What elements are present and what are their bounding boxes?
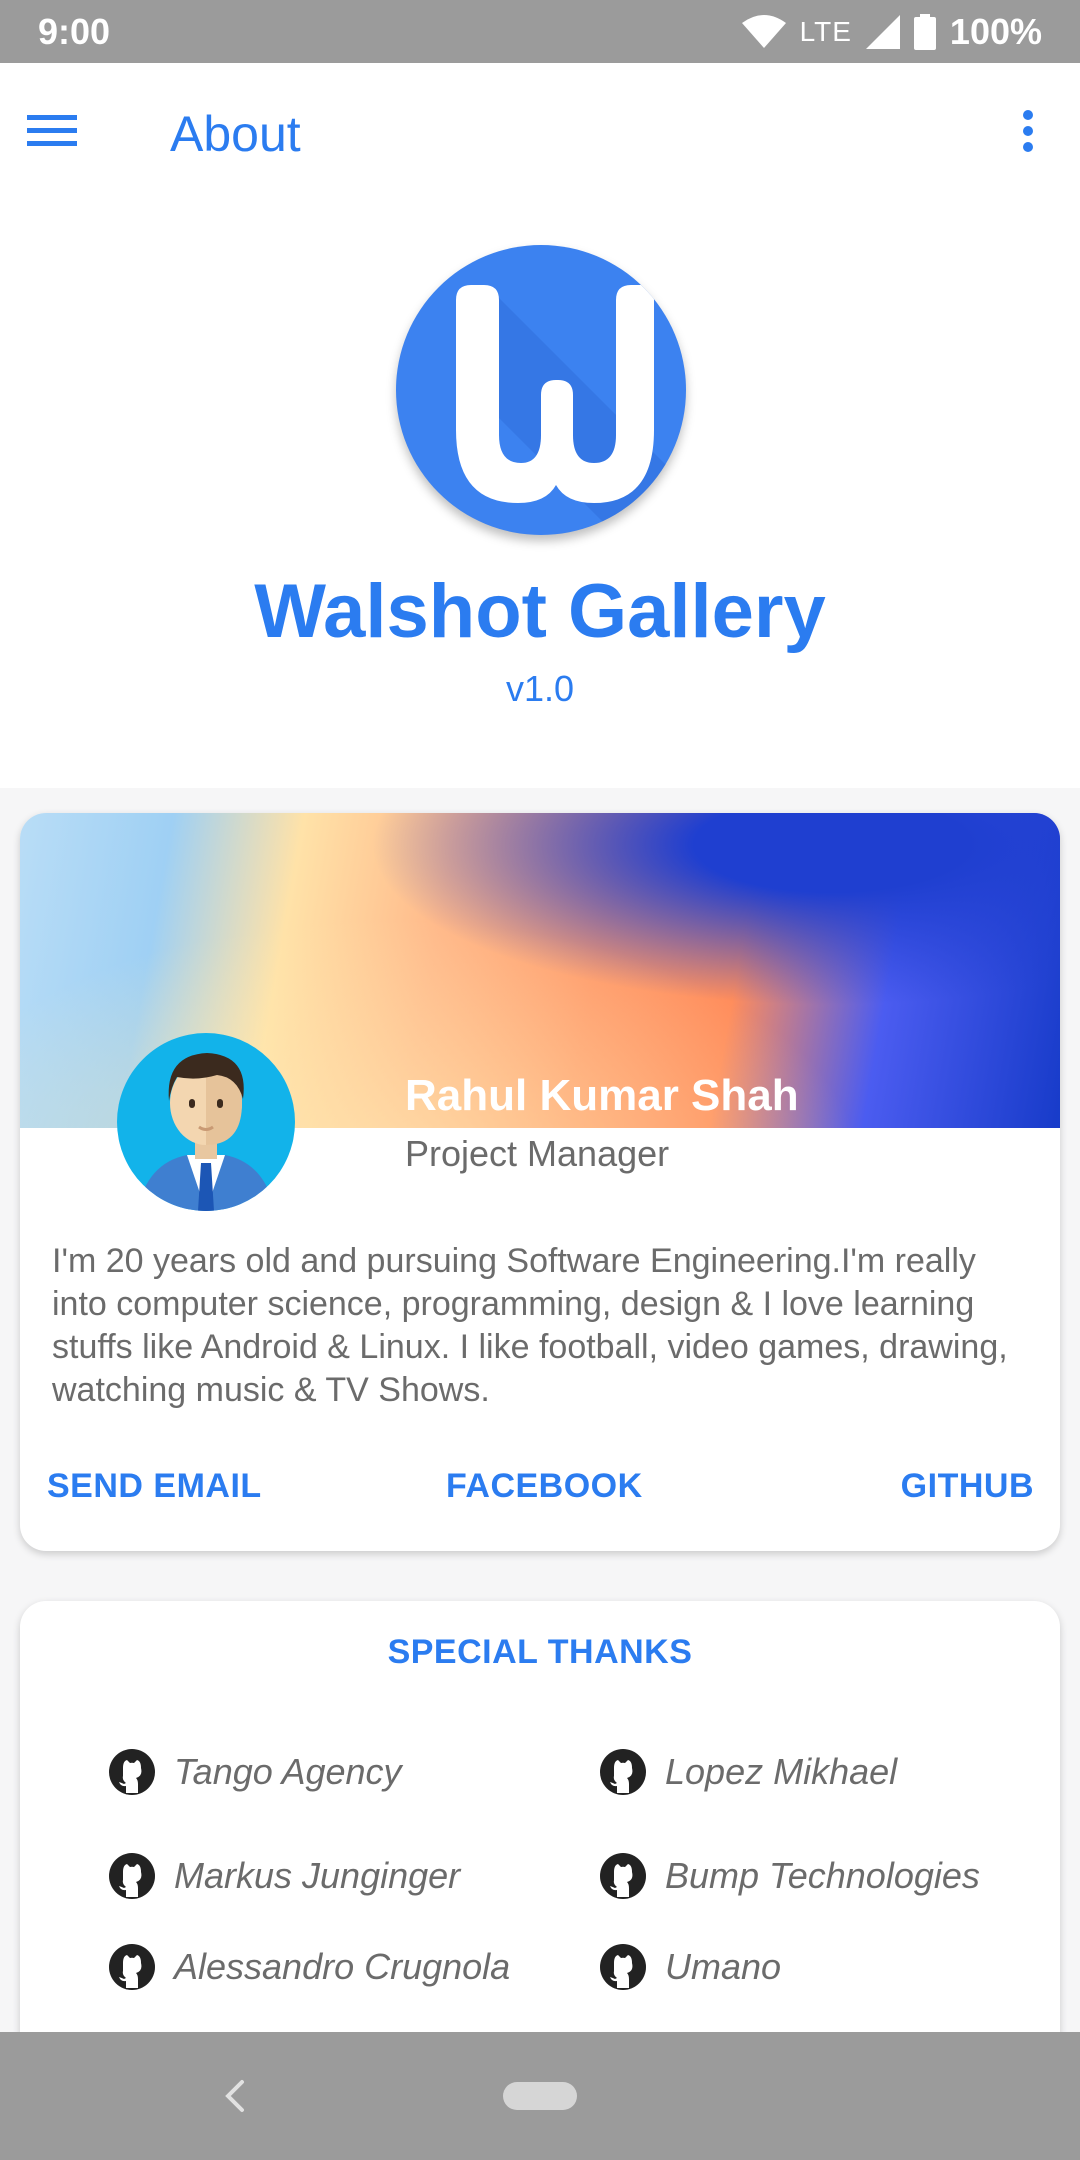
- developer-bio: I'm 20 years old and pursuing Software E…: [52, 1242, 1008, 1409]
- special-thanks-title: SPECIAL THANKS: [387, 1633, 693, 1671]
- facebook-button[interactable]: FACEBOOK: [446, 1467, 643, 1506]
- github-icon: [109, 1853, 155, 1899]
- thanks-name: Umano: [665, 1946, 782, 1987]
- battery-level: 100%: [949, 10, 1042, 52]
- page-title: About: [170, 106, 301, 162]
- contact-actions: SEND EMAIL FACEBOOK GITHUB: [20, 1453, 1060, 1533]
- thanks-item[interactable]: Umano: [599, 1943, 781, 1991]
- wifi-icon: [741, 14, 786, 48]
- developer-card: Rahul Kumar Shah Project Manager I'm 20 …: [20, 813, 1060, 1551]
- signal-icon: [865, 14, 900, 49]
- battery-icon: [913, 13, 936, 50]
- system-nav-bar: [0, 2032, 1080, 2160]
- hamburger-menu-icon[interactable]: [22, 101, 82, 161]
- github-icon: [109, 1749, 155, 1795]
- more-vertical-icon[interactable]: [998, 101, 1058, 161]
- status-time: 9:00: [38, 10, 111, 52]
- github-icon: [109, 1944, 155, 1990]
- github-button[interactable]: GITHUB: [901, 1467, 1034, 1506]
- thanks-item[interactable]: Markus Junginger: [108, 1852, 460, 1900]
- network-label: LTE: [799, 15, 852, 47]
- github-icon: [600, 1749, 646, 1795]
- thanks-item[interactable]: Bump Technologies: [599, 1852, 980, 1900]
- github-icon: [600, 1944, 646, 1990]
- app-bar: About: [0, 63, 1080, 215]
- developer-role: Project Manager: [405, 1133, 670, 1174]
- thanks-name: Alessandro Crugnola: [174, 1946, 511, 1987]
- home-pill-button[interactable]: [503, 2082, 577, 2110]
- thanks-item[interactable]: Tango Agency: [108, 1748, 402, 1796]
- thanks-name: Lopez Mikhael: [665, 1751, 898, 1792]
- walshot-logo-icon: [396, 245, 686, 535]
- app-version: v1.0: [505, 668, 575, 709]
- avatar: [117, 1033, 295, 1211]
- send-email-button[interactable]: SEND EMAIL: [47, 1467, 262, 1506]
- developer-name: Rahul Kumar Shah: [405, 1071, 799, 1120]
- thanks-item[interactable]: Lopez Mikhael: [599, 1748, 897, 1796]
- thanks-name: Markus Junginger: [174, 1855, 461, 1896]
- back-icon[interactable]: [218, 2076, 254, 2116]
- status-icons: LTE 100%: [741, 10, 1042, 53]
- thanks-name: Bump Technologies: [665, 1855, 980, 1896]
- status-bar: 9:00 LTE 100%: [0, 0, 1080, 63]
- thanks-item[interactable]: Alessandro Crugnola: [108, 1943, 510, 1991]
- app-name: Walshot Gallery: [254, 569, 826, 654]
- about-header: About Walshot Gallery v1.0: [0, 63, 1080, 788]
- github-icon: [600, 1853, 646, 1899]
- thanks-name: Tango Agency: [174, 1751, 402, 1792]
